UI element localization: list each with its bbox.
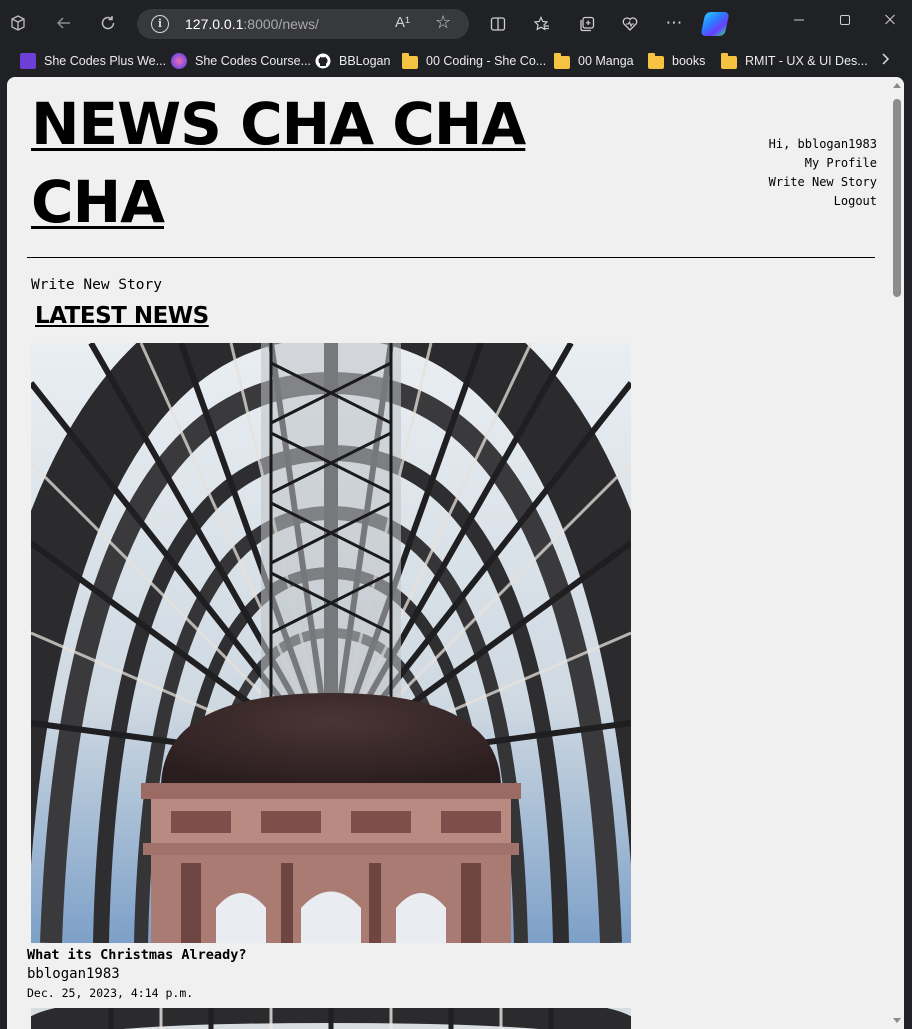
close-icon[interactable]	[884, 12, 896, 31]
nav-logout-link[interactable]: Logout	[769, 192, 877, 211]
github-icon	[315, 53, 331, 69]
nav-my-profile-link[interactable]: My Profile	[769, 154, 877, 173]
folder-icon	[721, 52, 737, 69]
story-title[interactable]: What its Christmas Already?	[27, 947, 246, 963]
vertical-scrollbar[interactable]	[890, 77, 904, 1029]
shecodes-icon	[171, 53, 187, 69]
minimize-icon[interactable]	[793, 12, 805, 31]
collections-icon[interactable]	[573, 10, 601, 38]
write-new-story-link[interactable]: Write New Story	[31, 277, 162, 293]
read-aloud-icon[interactable]: A¹	[395, 14, 410, 31]
address-bar[interactable]: i 127.0.0.1:8000/news/ A¹ ☆	[137, 9, 469, 39]
story-image[interactable]	[31, 1008, 631, 1029]
user-greeting: Hi, bblogan1983	[768, 137, 877, 151]
maximize-icon[interactable]	[839, 12, 851, 31]
folder-icon	[648, 52, 664, 69]
bookmarks-bar: She Codes Plus We... She Codes Course...…	[0, 46, 912, 76]
story-date: Dec. 25, 2023, 4:14 p.m.	[27, 986, 194, 1000]
bookmark-label: She Codes Plus We...	[44, 54, 167, 68]
back-icon[interactable]	[50, 9, 78, 37]
purple-list-icon	[20, 53, 36, 69]
scroll-thumb[interactable]	[893, 99, 901, 297]
site-info-icon[interactable]: i	[151, 15, 169, 33]
favorites-icon[interactable]	[528, 10, 556, 38]
bookmark-label: books	[672, 54, 706, 68]
bookmark-label: 00 Coding - She Co...	[426, 54, 547, 68]
bookmark-folder-books[interactable]: books	[648, 51, 705, 71]
more-options-icon[interactable]: ⋯	[660, 9, 688, 37]
bookmark-folder-rmit[interactable]: RMIT - UX & UI Des...	[721, 51, 868, 71]
browser-essentials-icon[interactable]	[616, 10, 644, 38]
story-author: bblogan1983	[27, 966, 120, 982]
split-screen-icon[interactable]	[484, 10, 512, 38]
nav-write-story-link[interactable]: Write New Story	[769, 173, 877, 192]
site-title[interactable]: NEWS CHA CHA CHA	[31, 85, 591, 241]
url-text[interactable]: 127.0.0.1:8000/news/	[185, 16, 319, 32]
favorite-star-icon[interactable]: ☆	[435, 12, 451, 33]
scroll-down-arrow-icon[interactable]	[893, 1018, 901, 1023]
bookmark-folder-coding[interactable]: 00 Coding - She Co...	[402, 51, 546, 71]
workspaces-icon[interactable]	[4, 9, 32, 37]
story-image[interactable]	[31, 343, 631, 943]
refresh-icon[interactable]	[94, 9, 122, 37]
bookmark-folder-manga[interactable]: 00 Manga	[554, 51, 634, 71]
bookmark-label: 00 Manga	[578, 54, 634, 68]
bookmark-bblogan[interactable]: BBLogan	[315, 51, 390, 71]
scroll-up-arrow-icon[interactable]	[893, 83, 901, 88]
page-viewport: NEWS CHA CHA CHA Hi, bblogan1983 My Prof…	[7, 77, 904, 1029]
bookmark-she-codes-plus[interactable]: She Codes Plus We...	[20, 51, 166, 71]
bookmark-she-codes-course[interactable]: She Codes Course...	[171, 51, 311, 71]
user-nav: Hi, bblogan1983 My Profile Write New Sto…	[769, 135, 877, 211]
chevron-right-icon[interactable]	[881, 52, 891, 70]
header-divider	[27, 257, 875, 258]
folder-icon	[402, 52, 418, 69]
bookmark-label: RMIT - UX & UI Des...	[745, 54, 868, 68]
copilot-icon[interactable]	[700, 12, 730, 36]
folder-icon	[554, 52, 570, 69]
latest-news-heading: LATEST NEWS	[35, 303, 209, 329]
browser-titlebar: i 127.0.0.1:8000/news/ A¹ ☆ ⋯	[0, 0, 912, 46]
bookmark-label: She Codes Course...	[195, 54, 312, 68]
bookmark-label: BBLogan	[339, 54, 391, 68]
